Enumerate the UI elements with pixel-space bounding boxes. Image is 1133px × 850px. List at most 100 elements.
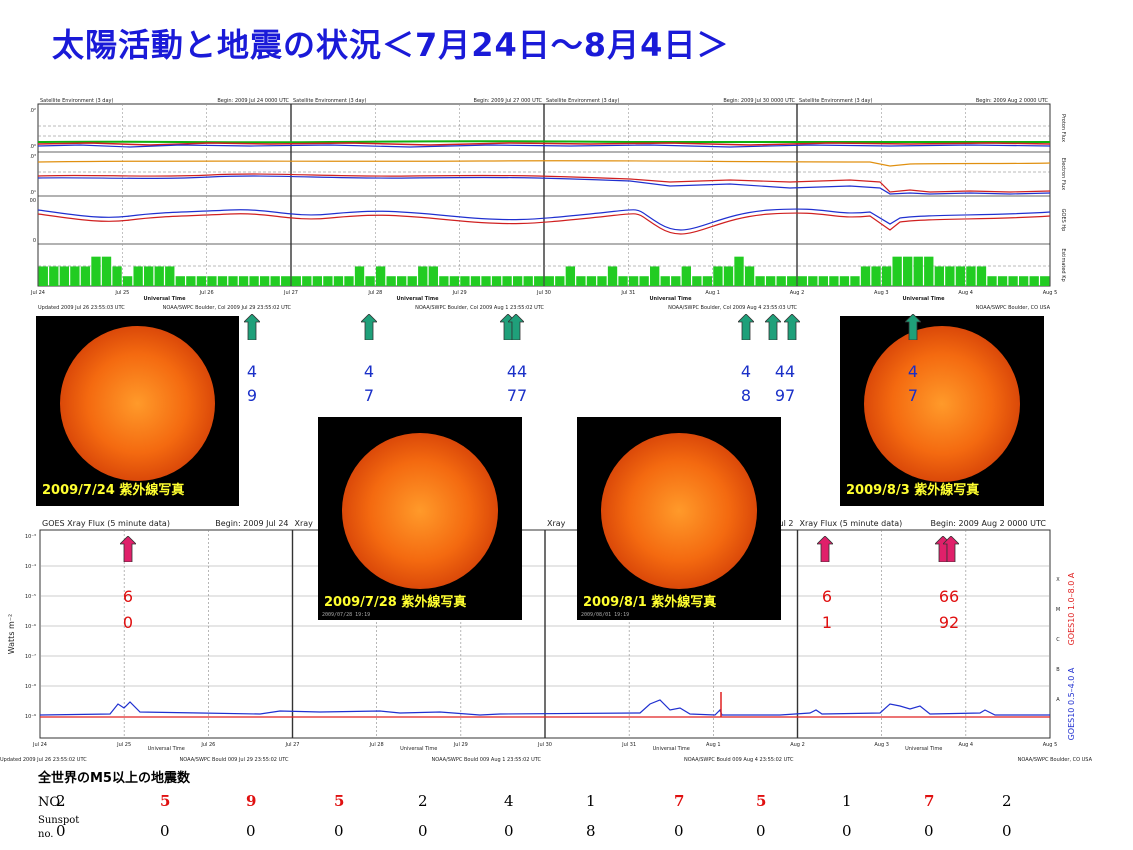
sunspot-count-cell: 0 [418, 822, 428, 840]
top-xtick: Jul 26 [199, 290, 214, 296]
kp-value-digit: 7 [907, 386, 919, 405]
kp-value-digit: 4 [246, 362, 258, 381]
kp-bar [628, 276, 639, 286]
sunspot-count-cell: 0 [674, 822, 684, 840]
sun-image-0803: 2009/8/3 紫外線写真 [840, 316, 1044, 506]
kp-bar [924, 256, 934, 286]
quake-count-cell: 7 [674, 792, 685, 810]
kp-bar [1008, 276, 1018, 286]
bottom-footer: NOAA/SWPC Bould 009 Aug 1 23:55:02 UTC [432, 757, 542, 763]
flare-class-label: M [1056, 607, 1060, 613]
xray-short-label: GOES10 0.5–4.0 A [1067, 667, 1076, 740]
kp-value-digit: 44 [774, 362, 796, 381]
kp-bar [291, 276, 301, 286]
kp-value-digit: 4 [740, 362, 752, 381]
kp-bar [238, 276, 249, 286]
top-ytick: 10³ [30, 154, 36, 160]
kp-bar [597, 276, 607, 286]
bottom-xtick: Aug 5 [1043, 742, 1058, 748]
kp-bar [154, 266, 164, 286]
kp-bar [523, 276, 533, 286]
kp-bar [892, 256, 902, 286]
flare-class-label: X [1056, 577, 1060, 583]
kp-bar [903, 256, 913, 286]
kp-bar [133, 266, 143, 286]
quake-count-cell: 1 [586, 792, 596, 810]
sun-disk [864, 326, 1020, 482]
kp-bar [955, 266, 966, 286]
kp-bar [618, 276, 628, 286]
kp-bar [1018, 276, 1029, 286]
top-side-label: Electron Flux [1060, 158, 1066, 191]
kp-up-arrow [360, 313, 378, 344]
top-xtick: Jul 28 [367, 290, 382, 296]
quake-count-cell: 5 [756, 792, 767, 810]
sunspot-count-cell: 8 [586, 822, 596, 840]
kp-bar [470, 276, 481, 286]
bottom-footer: NOAA/SWPC Bould 009 Aug 4 23:55:02 UTC [684, 757, 794, 763]
kp-bar [259, 276, 270, 286]
flare-value-digit: 92 [938, 613, 960, 632]
flare-down-arrow [119, 535, 137, 566]
kp-bar [512, 276, 523, 286]
kp-bar [829, 276, 839, 286]
bottom-header-right: Begin: 2009 Aug 2 0000 UTC [931, 519, 1047, 528]
kp-value-digit: 8 [740, 386, 752, 405]
sun-disk [342, 433, 498, 589]
top-xtick: Aug 1 [705, 290, 720, 296]
top-ytick: 10¹ [30, 190, 36, 196]
kp-bar [249, 276, 259, 286]
kp-bar [228, 276, 238, 286]
bottom-footer: NOAA/SWPC Boulder, CO USA [1018, 757, 1093, 763]
bottom-xtick: Jul 29 [453, 742, 468, 748]
kp-bar [765, 276, 776, 286]
kp-bar [302, 276, 312, 286]
kp-bar [439, 276, 449, 286]
sun-image-0801: 2009/8/1 紫外線写真 2009/08/01 19:19 [577, 417, 781, 620]
kp-bar [80, 266, 91, 286]
kp-bar [702, 276, 713, 286]
kp-bar [449, 276, 460, 286]
quake-count-cell: 1 [842, 792, 852, 810]
top-xtick: Jul 27 [283, 290, 298, 296]
kp-bar [49, 266, 59, 286]
quake-count-cell: 4 [504, 792, 514, 810]
kp-bar [217, 276, 228, 286]
kp-bar [281, 276, 291, 286]
sun-image-0724: 2009/7/24 紫外線写真 [36, 316, 239, 506]
bottom-xlabel: Universal Time [148, 746, 185, 752]
kp-bar [101, 256, 112, 286]
bottom-xtick: Aug 1 [706, 742, 721, 748]
page-title: 太陽活動と地震の状況＜7月24日～8月4日＞ [52, 26, 730, 64]
top-side-label: Proton Flux [1060, 114, 1066, 142]
bottom-ytick: 10⁻⁴ [25, 564, 36, 570]
bottom-header-right: Begin: 2009 Jul 24 [215, 519, 288, 528]
kp-bar [323, 276, 333, 286]
kp-bar [70, 266, 80, 286]
bottom-footer: NOAA/SWPC Bould 009 Jul 29 23:55:02 UTC [180, 757, 289, 763]
kp-bar [375, 266, 386, 286]
bottom-ylabel: Watts m⁻² [7, 614, 16, 655]
top-header-left: Satellite Environment (3 day) [293, 98, 367, 104]
flare-down-arrow [816, 535, 834, 566]
quake-table-title: 全世界のM5以上の地震数 [38, 771, 190, 786]
top-header-left: Satellite Environment (3 day) [799, 98, 873, 104]
sun-disk [601, 433, 757, 589]
kp-bar [839, 276, 850, 286]
kp-bar [1029, 276, 1039, 286]
kp-bar [776, 276, 786, 286]
kp-up-arrow [904, 313, 922, 344]
top-header-left: Satellite Environment (3 day) [546, 98, 620, 104]
kp-bar [681, 266, 691, 286]
sun-caption: 2009/8/3 紫外線写真 [846, 483, 980, 498]
bottom-ytick: 10⁻⁶ [25, 624, 36, 630]
quake-count-cell: 9 [246, 792, 257, 810]
bottom-xtick: Jul 26 [200, 742, 215, 748]
sun-caption: 2009/7/24 紫外線写真 [42, 483, 185, 498]
kp-bar [871, 266, 881, 286]
kp-up-arrow [243, 313, 261, 344]
kp-bar [59, 266, 70, 286]
kp-bar [460, 276, 470, 286]
bottom-xlabel: Universal Time [905, 746, 942, 752]
sunspot-count-cell: 0 [56, 822, 66, 840]
